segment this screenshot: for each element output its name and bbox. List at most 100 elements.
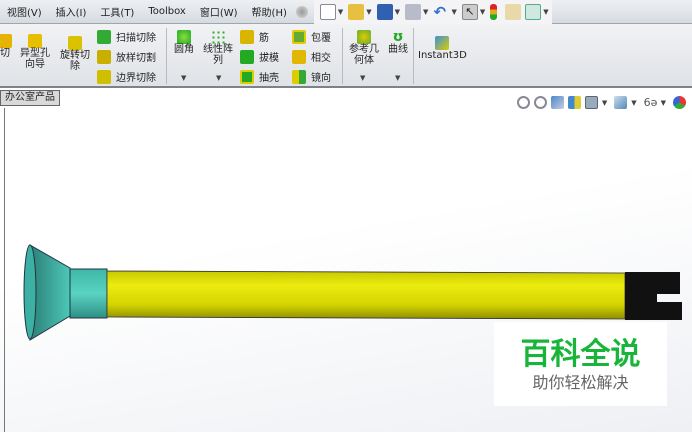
rebuild-icon[interactable] <box>490 3 498 20</box>
chevron-down-icon[interactable]: ▼ <box>661 99 666 107</box>
button-label: 曲线 <box>388 44 408 55</box>
boundary-cut-icon <box>97 69 111 84</box>
loft-cut-button[interactable]: 放样切割 <box>97 49 156 64</box>
instant3d-button[interactable]: Instant3D <box>418 36 467 61</box>
wrap-icon <box>292 29 306 44</box>
mirror-button[interactable]: 镜向 <box>292 69 331 84</box>
chevron-down-icon[interactable]: ▼ <box>360 74 365 82</box>
chevron-down-icon[interactable]: ▼ <box>366 8 371 16</box>
curves-button[interactable]: ʊ 曲线 <box>386 30 410 55</box>
rib-icon <box>240 29 254 44</box>
section-view-icon[interactable] <box>567 96 581 109</box>
shell-button[interactable]: 抽壳 <box>240 69 279 84</box>
document-tab[interactable]: 办公室产品 <box>0 90 60 106</box>
chevron-down-icon[interactable]: ▼ <box>395 74 400 82</box>
chevron-down-icon[interactable]: ▼ <box>338 8 343 16</box>
button-label: 异型孔 向导 <box>20 48 50 70</box>
divider <box>413 28 414 84</box>
loft-cut-icon <box>97 49 111 64</box>
button-label: 放样切割 <box>116 53 156 64</box>
extruded-cut-icon <box>0 34 12 48</box>
display-style-icon[interactable] <box>614 96 628 109</box>
button-label: 拔模 <box>259 53 279 64</box>
rod <box>106 270 626 320</box>
chevron-down-icon[interactable]: ▼ <box>543 8 548 16</box>
button-label: 扫描切除 <box>116 33 156 44</box>
appearance-icon[interactable] <box>673 96 686 109</box>
watermark-title: 百科全说 <box>520 337 641 372</box>
chevron-down-icon[interactable]: ▼ <box>423 8 428 16</box>
button-label: 相交 <box>311 53 331 64</box>
previous-view-icon[interactable] <box>550 96 564 109</box>
boundary-cut-button[interactable]: 边界切除 <box>97 69 156 84</box>
select-icon[interactable]: ↖ <box>461 3 478 20</box>
file-properties-icon[interactable] <box>505 3 522 20</box>
save-icon[interactable] <box>376 3 393 20</box>
menu-tools[interactable]: 工具(T) <box>93 4 141 19</box>
hole-wizard-icon <box>28 34 42 48</box>
options-icon[interactable] <box>525 3 542 20</box>
wrap-button[interactable]: 包覆 <box>292 29 331 44</box>
menu-bar: 视图(V) 插入(I) 工具(T) Toolbox 窗口(W) 帮助(H) ▼ … <box>0 0 692 24</box>
chevron-down-icon[interactable]: ▼ <box>181 74 186 82</box>
sweep-cut-button[interactable]: 扫描切除 <box>97 29 156 44</box>
menu-help[interactable]: 帮助(H) <box>245 4 294 19</box>
rib-button[interactable]: 筋 <box>240 29 269 44</box>
chevron-down-icon[interactable]: ▼ <box>480 8 485 16</box>
view-orientation-icon[interactable] <box>584 96 598 109</box>
intersect-icon <box>292 49 306 64</box>
button-label: 切 <box>0 48 10 59</box>
instant3d-icon <box>435 36 449 50</box>
button-label: 参考几 何体 <box>349 44 379 66</box>
new-document-icon[interactable] <box>319 3 336 20</box>
pin-icon[interactable] <box>295 5 308 18</box>
menu-insert[interactable]: 插入(I) <box>49 4 94 19</box>
collar <box>69 268 108 319</box>
revolve-cut-icon <box>68 36 82 50</box>
button-label: 包覆 <box>311 33 331 44</box>
fillet-icon <box>177 30 191 44</box>
button-label: 镜向 <box>311 73 331 84</box>
menu-toolbox[interactable]: Toolbox <box>141 6 193 17</box>
button-label: 筋 <box>259 33 269 44</box>
curves-icon: ʊ <box>392 29 404 45</box>
linear-pattern-icon <box>211 30 225 44</box>
quick-access-toolbar: ▼ ▼ ▼ ▼ ↶ ▼ ↖ ▼ ▼ <box>313 0 552 24</box>
button-label: 旋转切 除 <box>60 50 90 72</box>
revolve-cut-button[interactable]: 旋转切 除 <box>58 36 92 72</box>
chevron-down-icon[interactable]: ▼ <box>395 8 400 16</box>
button-label: Instant3D <box>418 50 467 61</box>
chevron-down-icon[interactable]: ▼ <box>216 74 221 82</box>
draft-button[interactable]: 拔模 <box>240 49 279 64</box>
heads-up-view-toolbar: ▼ ▼ 6ə ▼ <box>516 96 686 109</box>
hole-wizard-button[interactable]: 异型孔 向导 <box>18 34 52 70</box>
open-icon[interactable] <box>348 3 365 20</box>
intersect-button[interactable]: 相交 <box>292 49 331 64</box>
watermark: 百科全说 助你轻松解决 <box>494 322 667 406</box>
menu-view[interactable]: 视图(V) <box>0 4 49 19</box>
menu-window[interactable]: 窗口(W) <box>193 4 245 19</box>
chevron-down-icon[interactable]: ▼ <box>451 8 456 16</box>
button-label: 边界切除 <box>116 73 156 84</box>
button-label: 抽壳 <box>259 73 279 84</box>
divider <box>166 28 167 84</box>
linear-pattern-button[interactable]: 线性阵 列 <box>200 30 236 66</box>
zoom-area-icon[interactable] <box>533 96 547 109</box>
chevron-down-icon[interactable]: ▼ <box>602 99 607 107</box>
watermark-subtitle: 助你轻松解决 <box>532 373 629 392</box>
button-label: 圆角 <box>174 44 194 55</box>
reference-geometry-icon <box>357 30 371 44</box>
draft-icon <box>240 49 254 64</box>
chevron-down-icon[interactable]: ▼ <box>631 99 636 107</box>
undo-icon[interactable]: ↶ <box>433 4 449 20</box>
extruded-cut-button[interactable]: 切 <box>0 34 12 59</box>
zoom-to-fit-icon[interactable] <box>516 96 530 109</box>
cone-face <box>23 244 37 340</box>
print-icon[interactable] <box>405 3 422 20</box>
end-cap <box>625 272 682 320</box>
button-label: 线性阵 列 <box>203 44 233 66</box>
hide-show-icon[interactable]: 6ə <box>644 96 658 109</box>
reference-geometry-button[interactable]: 参考几 何体 <box>346 30 382 66</box>
fillet-button[interactable]: 圆角 <box>172 30 196 55</box>
divider <box>342 28 343 84</box>
